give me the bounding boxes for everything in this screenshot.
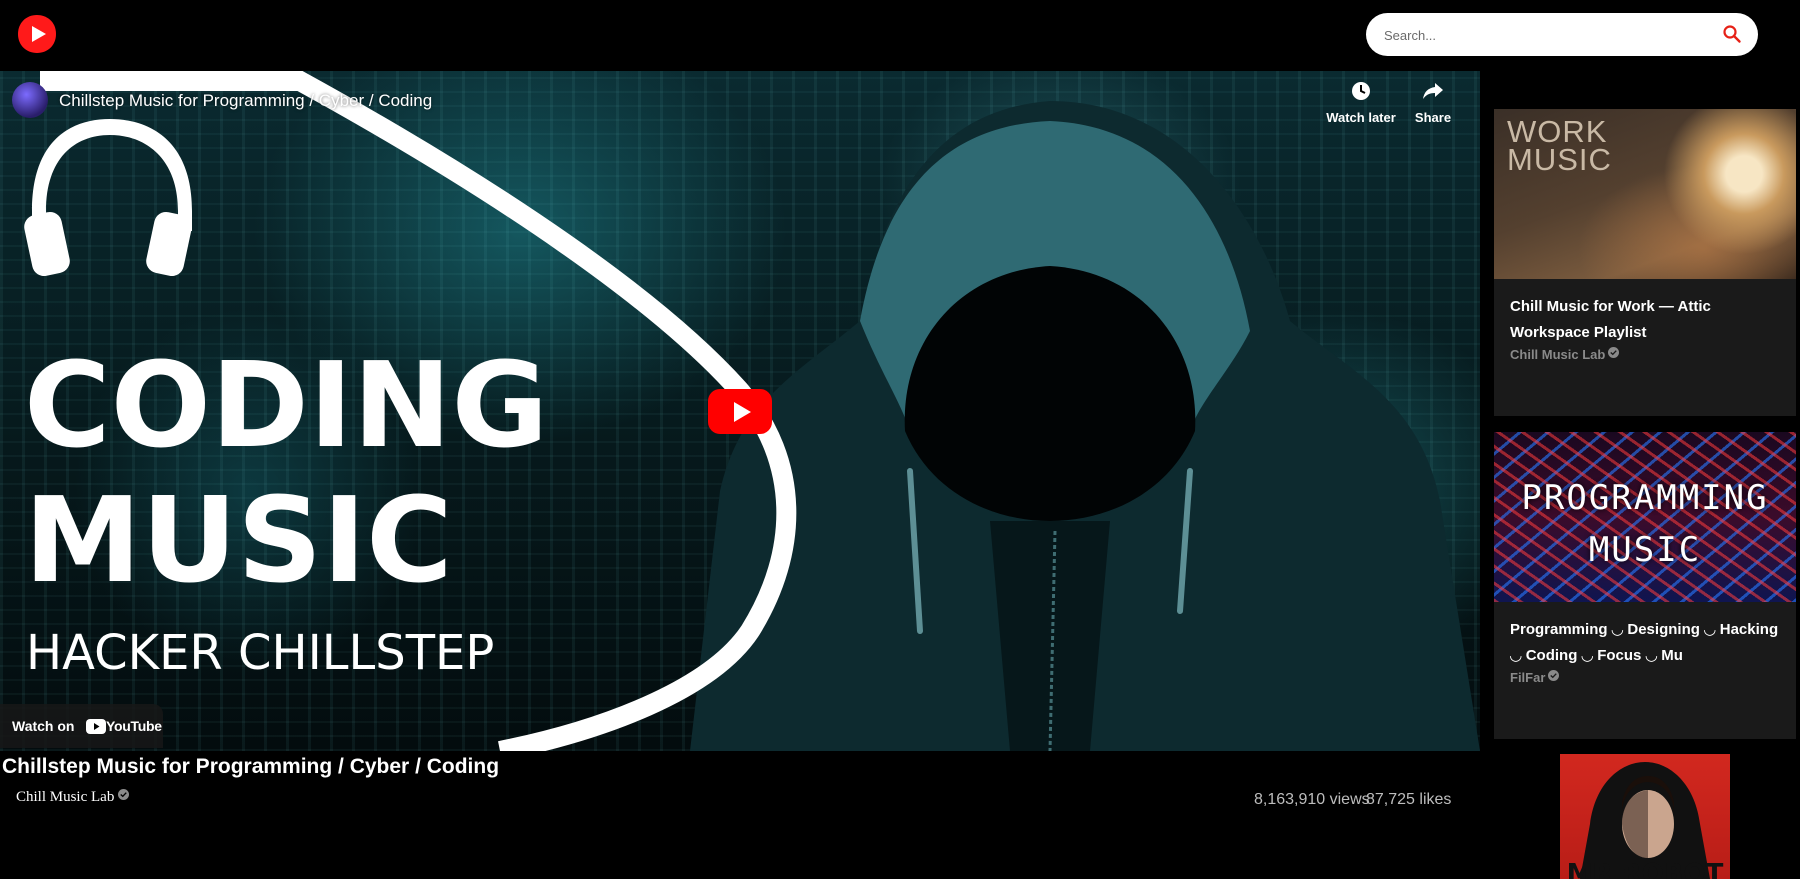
thumbnail-line-hacker-chillstep: HACKER CHILLSTEP xyxy=(26,625,494,681)
verified-check-icon xyxy=(118,789,130,800)
youtube-logo-icon[interactable] xyxy=(16,13,58,55)
like-count: 87,725 likes xyxy=(1366,791,1452,808)
thumbnail-line-music: MUSIC xyxy=(24,471,453,609)
channel-name-text: Chill Music Lab xyxy=(16,789,115,805)
related-video-title[interactable]: Programming ◡ Designing ◡ Hacking ◡ Codi… xyxy=(1510,617,1780,669)
share-button[interactable]: Share xyxy=(1408,81,1458,125)
clock-icon xyxy=(1352,82,1370,100)
video-title: Chillstep Music for Programming / Cyber … xyxy=(2,755,500,778)
share-label: Share xyxy=(1414,110,1452,125)
related-video-channel-text: Chill Music Lab xyxy=(1510,347,1606,362)
related-video-title[interactable]: Chill Music for Work — Attic Workspace P… xyxy=(1510,294,1780,346)
mr-robot-poster-art: MR ROBOT xyxy=(1567,762,1724,879)
search-bar[interactable] xyxy=(1366,13,1758,58)
search-input[interactable] xyxy=(1382,13,1716,58)
verified-check-icon xyxy=(1608,347,1620,358)
player-channel-avatar[interactable] xyxy=(12,82,48,118)
related-video-thumbnail[interactable]: PROGRAMMING MUSIC xyxy=(1494,432,1796,602)
related-video-card[interactable]: WORK MUSIC Chill Music for Work — Attic W… xyxy=(1494,109,1796,416)
youtube-wordmark: YouTube xyxy=(106,718,162,734)
related-video-channel[interactable]: FilFar xyxy=(1510,670,1560,685)
search-icon[interactable] xyxy=(1722,24,1742,44)
related-video-channel[interactable]: Chill Music Lab xyxy=(1510,347,1620,362)
view-count: 8,163,910 views xyxy=(1254,791,1370,808)
watch-on-label: Watch on xyxy=(12,718,75,734)
thumbnail-line-coding: CODING xyxy=(24,336,548,474)
player-title[interactable]: Chillstep Music for Programming / Cyber … xyxy=(59,91,432,111)
thumbnail-text: MR ROBOT xyxy=(1567,859,1724,879)
share-arrow-icon xyxy=(1423,83,1443,99)
channel-name[interactable]: Chill Music Lab xyxy=(16,789,130,806)
related-video-thumbnail[interactable]: MR ROBOT xyxy=(1560,754,1730,879)
watch-on-youtube-button[interactable]: Watch on YouTube xyxy=(0,704,163,748)
related-video-thumbnail[interactable]: WORK MUSIC xyxy=(1494,109,1796,279)
video-player[interactable]: CODING MUSIC HACKER CHILLSTEP Chillstep … xyxy=(0,71,1480,751)
related-video-channel-text: FilFar xyxy=(1510,670,1546,685)
youtube-play-icon xyxy=(86,719,106,734)
thumbnail-text: PROGRAMMING MUSIC xyxy=(1521,478,1769,570)
play-button[interactable] xyxy=(708,389,772,434)
watch-later-button[interactable]: Watch later xyxy=(1326,81,1396,125)
headphones-icon xyxy=(24,119,192,277)
verified-check-icon xyxy=(1548,670,1560,681)
thumbnail-text: WORK MUSIC xyxy=(1507,114,1612,177)
watch-later-label: Watch later xyxy=(1326,110,1396,125)
related-video-card[interactable]: PROGRAMMING MUSIC Programming ◡ Designing… xyxy=(1494,432,1796,739)
